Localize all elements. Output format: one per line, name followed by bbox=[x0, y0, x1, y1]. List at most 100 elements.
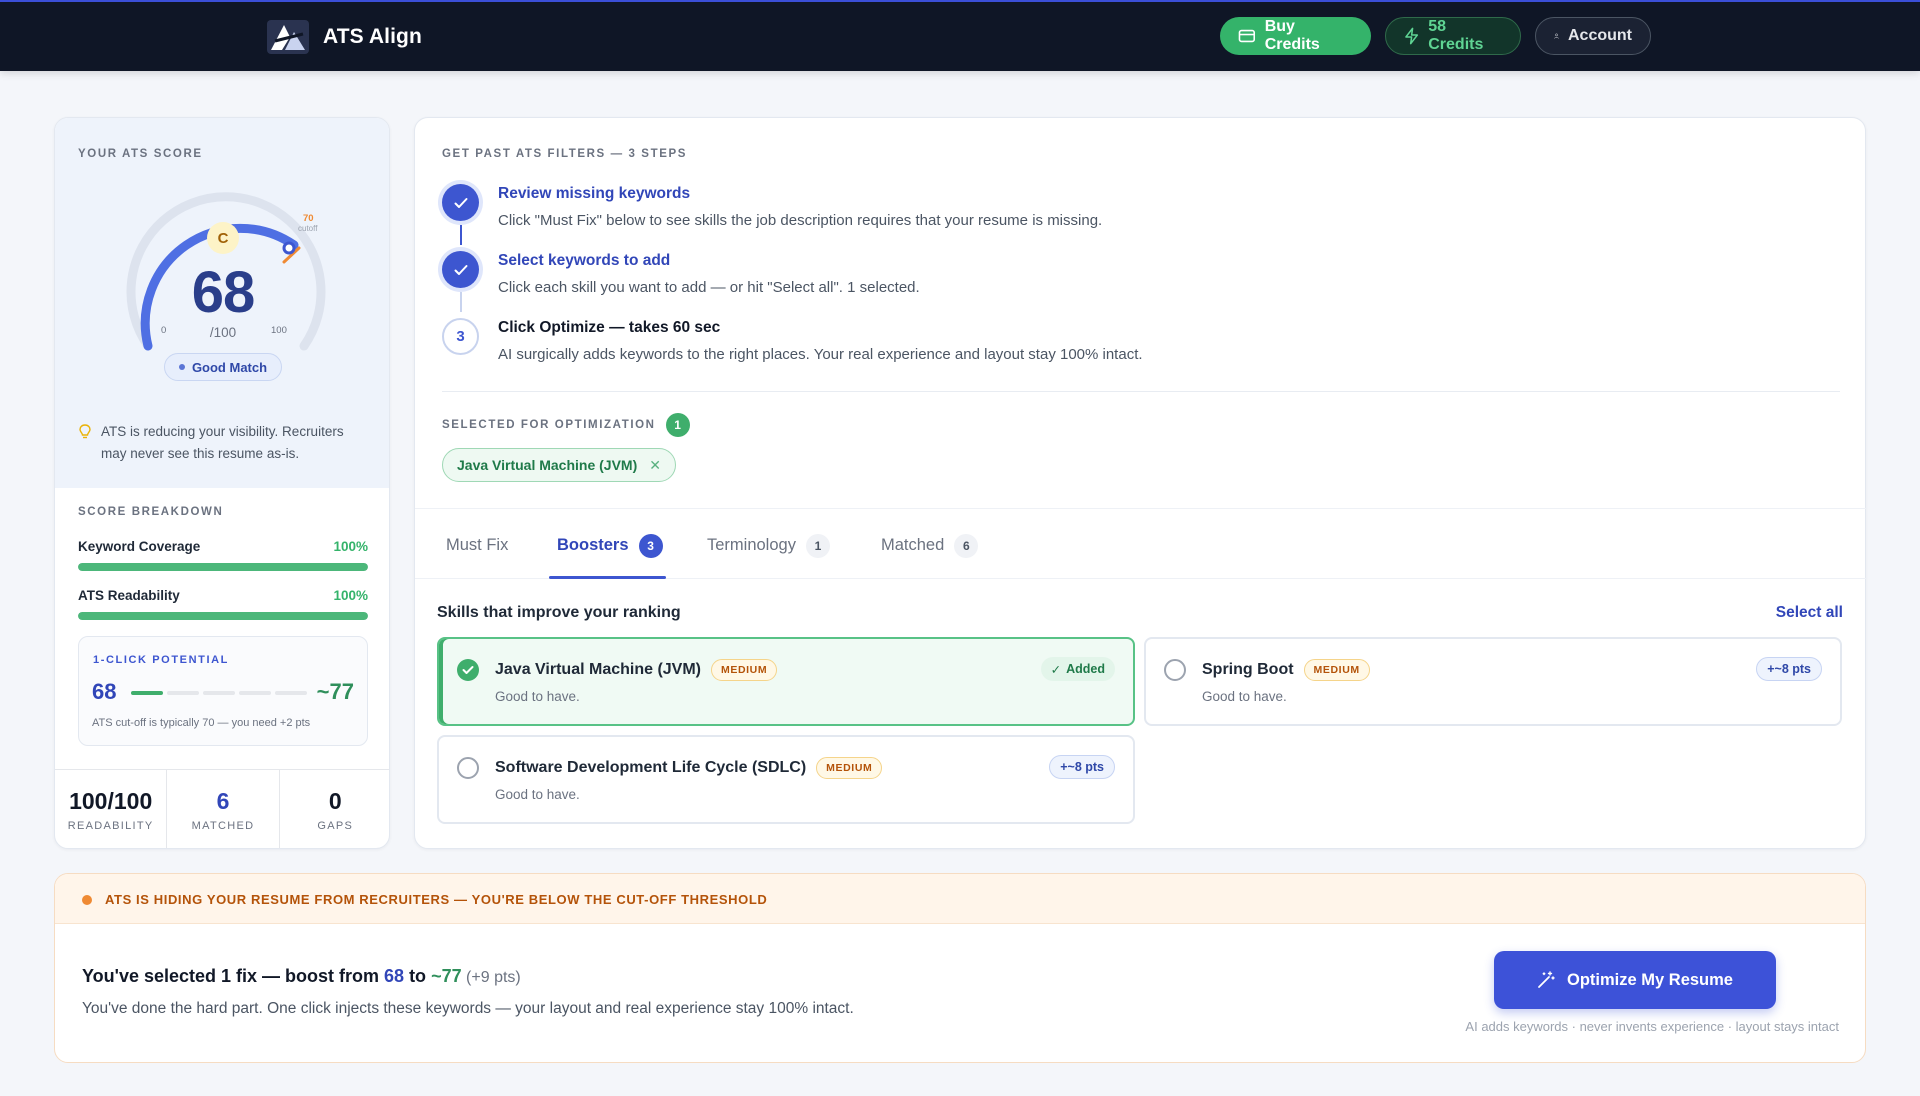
step-number: 3 bbox=[442, 318, 479, 355]
points-badge: +~8 pts bbox=[1049, 755, 1115, 779]
logo-icon bbox=[267, 20, 309, 54]
step-title: Select keywords to add bbox=[498, 252, 671, 269]
segment bbox=[239, 691, 271, 695]
tab-count: 1 bbox=[805, 534, 830, 558]
stat-value: 6 bbox=[216, 788, 230, 814]
step-description: Click each skill you want to add — or hi… bbox=[498, 279, 920, 296]
progress-fill bbox=[78, 612, 368, 620]
stat-label: READABILITY bbox=[67, 820, 154, 832]
step-title: Click Optimize — takes 60 sec bbox=[498, 319, 721, 336]
cutoff-value: 70 bbox=[303, 213, 314, 224]
added-label: Added bbox=[1066, 662, 1105, 676]
radio-button[interactable] bbox=[457, 757, 479, 779]
buy-credits-button[interactable]: Buy Credits bbox=[1220, 17, 1371, 55]
tab-must-fix[interactable]: Must Fix bbox=[446, 536, 508, 582]
tab-count: 6 bbox=[954, 534, 979, 558]
stat-label: MATCHED bbox=[191, 820, 255, 832]
optimize-button-label: Optimize My Resume bbox=[1567, 970, 1733, 989]
divider bbox=[442, 391, 1840, 392]
warning-dot bbox=[82, 894, 92, 905]
keyword-coverage-row: Keyword Coverage 100% bbox=[78, 539, 368, 571]
optimization-card: GET PAST ATS FILTERS — 3 STEPS Review mi… bbox=[414, 117, 1867, 849]
banner-warning-strip: ATS IS HIDING YOUR RESUME FROM RECRUITER… bbox=[55, 874, 1865, 924]
one-click-potential-box: 1-CLICK POTENTIAL 68 ~77 ATS cut-off is … bbox=[78, 636, 368, 746]
step-2: Select keywords to add Click each skill y… bbox=[442, 251, 920, 296]
progress-fill bbox=[78, 563, 368, 571]
step-connector bbox=[460, 225, 462, 245]
step-title: Review missing keywords bbox=[498, 185, 691, 202]
priority-tag: MEDIUM bbox=[711, 659, 778, 681]
credits-balance-button[interactable]: 58 Credits bbox=[1385, 17, 1521, 55]
skill-card-jvm[interactable]: Java Virtual Machine (JVM) MEDIUM Good to… bbox=[437, 637, 1135, 726]
potential-from: 68 bbox=[92, 679, 117, 704]
potential-label: 1-CLICK POTENTIAL bbox=[93, 654, 229, 666]
heading-to-score: ~77 bbox=[431, 966, 462, 986]
cutoff-label: cutoff bbox=[298, 224, 318, 233]
optimize-note: AI adds keywords · never invents experie… bbox=[1465, 1019, 1839, 1034]
banner-warning-text: ATS IS HIDING YOUR RESUME FROM RECRUITER… bbox=[105, 892, 768, 907]
stat-readability: 100/100 READABILITY bbox=[55, 770, 168, 848]
breakdown-item-value: 100% bbox=[333, 539, 368, 554]
account-button[interactable]: Account bbox=[1535, 17, 1651, 55]
priority-tag: MEDIUM bbox=[816, 757, 883, 779]
tab-terminology[interactable]: Terminology 1 bbox=[707, 534, 830, 582]
steps-label: GET PAST ATS FILTERS — 3 STEPS bbox=[442, 148, 688, 160]
check-icon bbox=[442, 184, 479, 221]
skill-description: Good to have. bbox=[1202, 689, 1287, 704]
active-tab-indicator bbox=[549, 576, 666, 579]
stat-label: GAPS bbox=[317, 820, 354, 832]
step-1: Review missing keywords Click "Must Fix" … bbox=[442, 184, 1102, 229]
step-description: AI surgically adds keywords to the right… bbox=[498, 346, 1143, 363]
heading-text: You've selected 1 fix — boost from bbox=[82, 966, 385, 986]
heading-to-word: to bbox=[404, 966, 432, 986]
stat-matched: 6 MATCHED bbox=[167, 770, 280, 848]
grade-badge: C bbox=[207, 222, 239, 254]
check-icon: ✓ bbox=[1050, 662, 1062, 677]
selected-label: SELECTED FOR OPTIMIZATION bbox=[442, 419, 656, 431]
remove-chip-icon[interactable]: ✕ bbox=[649, 457, 661, 474]
tab-label: Boosters bbox=[557, 536, 629, 554]
tab-label: Must Fix bbox=[446, 536, 509, 554]
segment bbox=[203, 691, 235, 695]
credits-label: 58 Credits bbox=[1428, 18, 1484, 53]
tab-label: Terminology bbox=[707, 536, 796, 554]
tab-matched[interactable]: Matched 6 bbox=[881, 534, 979, 582]
radio-button[interactable] bbox=[1164, 659, 1186, 681]
select-all-link[interactable]: Select all bbox=[1776, 604, 1843, 622]
added-badge: ✓ Added bbox=[1040, 657, 1115, 681]
skill-card-sdlc[interactable]: Software Development Life Cycle (SDLC) ME… bbox=[437, 735, 1135, 824]
top-nav-bar: ATS Align Buy Credits 58 Credits Account bbox=[0, 0, 1920, 71]
stat-value: 0 bbox=[328, 788, 342, 814]
stat-gaps: 0 GAPS bbox=[280, 770, 389, 848]
skill-description: Good to have. bbox=[495, 787, 580, 802]
skill-name: Software Development Life Cycle (SDLC) bbox=[495, 759, 807, 776]
skill-description: Good to have. bbox=[495, 689, 580, 704]
optimize-resume-button[interactable]: Optimize My Resume bbox=[1494, 951, 1776, 1009]
segment bbox=[275, 691, 307, 695]
checked-radio-icon[interactable] bbox=[457, 659, 479, 681]
breakdown-label: SCORE BREAKDOWN bbox=[78, 506, 224, 518]
selected-count-badge: 1 bbox=[665, 413, 690, 437]
score-panel: YOUR ATS SCORE C 70 cutoff 68 0 /100 100… bbox=[55, 118, 389, 488]
skill-name: Java Virtual Machine (JVM) bbox=[495, 661, 701, 678]
score-label: YOUR ATS SCORE bbox=[78, 148, 203, 160]
visibility-warning-text: ATS is reducing your visibility. Recruit… bbox=[101, 424, 344, 461]
breakdown-item-label: Keyword Coverage bbox=[78, 539, 201, 554]
skill-card-spring-boot[interactable]: Spring Boot MEDIUM Good to have. +~8 pts bbox=[1144, 637, 1842, 726]
score-max-label: /100 bbox=[209, 325, 237, 340]
chip-label: Java Virtual Machine (JVM) bbox=[457, 457, 638, 473]
tab-count: 3 bbox=[638, 534, 663, 558]
check-icon bbox=[442, 251, 479, 288]
ats-score-value: 68 bbox=[191, 260, 256, 325]
brand[interactable]: ATS Align bbox=[267, 20, 422, 54]
match-status-badge: Good Match bbox=[164, 353, 282, 381]
selected-chip[interactable]: Java Virtual Machine (JVM) ✕ bbox=[442, 448, 676, 482]
step-connector bbox=[460, 292, 462, 312]
lightbulb-icon bbox=[79, 424, 91, 439]
gauge-max-label: 100 bbox=[271, 325, 287, 336]
stats-row: 100/100 READABILITY 6 MATCHED 0 GAPS bbox=[55, 769, 389, 848]
skill-name: Spring Boot bbox=[1202, 661, 1294, 678]
app-name: ATS Align bbox=[323, 25, 422, 48]
ats-score-card: YOUR ATS SCORE C 70 cutoff 68 0 /100 100… bbox=[54, 117, 390, 849]
status-dot bbox=[178, 364, 185, 370]
